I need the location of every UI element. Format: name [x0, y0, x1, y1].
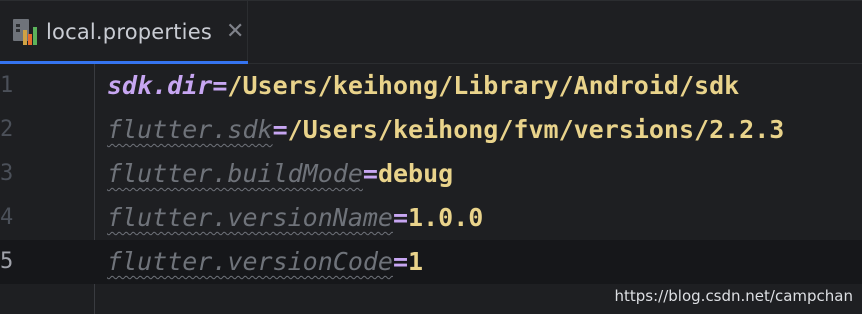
code-line[interactable]: 1 sdk.dir=/Users/keihong/Library/Android…: [0, 64, 862, 108]
code-text: flutter.versionName=1.0.0: [107, 196, 483, 240]
property-key: flutter.versionName: [107, 203, 393, 232]
code-text: flutter.sdk=/Users/keihong/fvm/versions/…: [107, 108, 784, 152]
code-line[interactable]: 4 flutter.versionName=1.0.0: [0, 196, 862, 240]
property-key: flutter.versionCode: [107, 247, 393, 276]
line-number: 4: [0, 205, 14, 230]
code-text: flutter.buildMode=debug: [107, 152, 453, 196]
tab-title: local.properties: [46, 20, 212, 44]
code-line[interactable]: 3 flutter.buildMode=debug: [0, 152, 862, 196]
property-key: flutter.buildMode: [107, 159, 363, 188]
watermark-text: https://blog.csdn.net/campchan: [614, 287, 853, 305]
property-value: /Users/keihong/Library/Android/sdk: [227, 71, 740, 100]
code-line-current[interactable]: 5 flutter.versionCode=1: [0, 240, 862, 284]
equals-sign: =: [392, 203, 409, 232]
properties-file-icon: [13, 19, 37, 45]
property-value: debug: [377, 159, 454, 188]
ide-window: local.properties ✕ 1 sdk.dir=/Users/keih…: [0, 0, 862, 314]
line-number: 2: [0, 117, 14, 142]
code-line[interactable]: 2 flutter.sdk=/Users/keihong/fvm/version…: [0, 108, 862, 152]
property-key: sdk.dir: [107, 71, 213, 100]
close-icon[interactable]: ✕: [226, 21, 244, 43]
equals-sign: =: [392, 247, 409, 276]
property-value: /Users/keihong/fvm/versions/2.2.3: [287, 115, 785, 144]
property-key: flutter.sdk: [107, 115, 273, 144]
code-editor[interactable]: 1 sdk.dir=/Users/keihong/Library/Android…: [0, 64, 862, 314]
tab-local-properties[interactable]: local.properties ✕: [0, 1, 248, 64]
line-number: 5: [0, 249, 14, 274]
code-text: flutter.versionCode=1: [107, 240, 423, 284]
equals-sign: =: [272, 115, 288, 144]
equals-sign: =: [362, 159, 378, 188]
line-number: 1: [0, 73, 14, 98]
editor-tab-bar: local.properties ✕: [0, 0, 862, 64]
equals-sign: =: [212, 71, 228, 100]
line-number: 3: [0, 161, 14, 186]
property-value: 1.0.0: [408, 203, 484, 232]
property-value: 1: [408, 247, 424, 276]
code-text: sdk.dir=/Users/keihong/Library/Android/s…: [107, 64, 739, 108]
